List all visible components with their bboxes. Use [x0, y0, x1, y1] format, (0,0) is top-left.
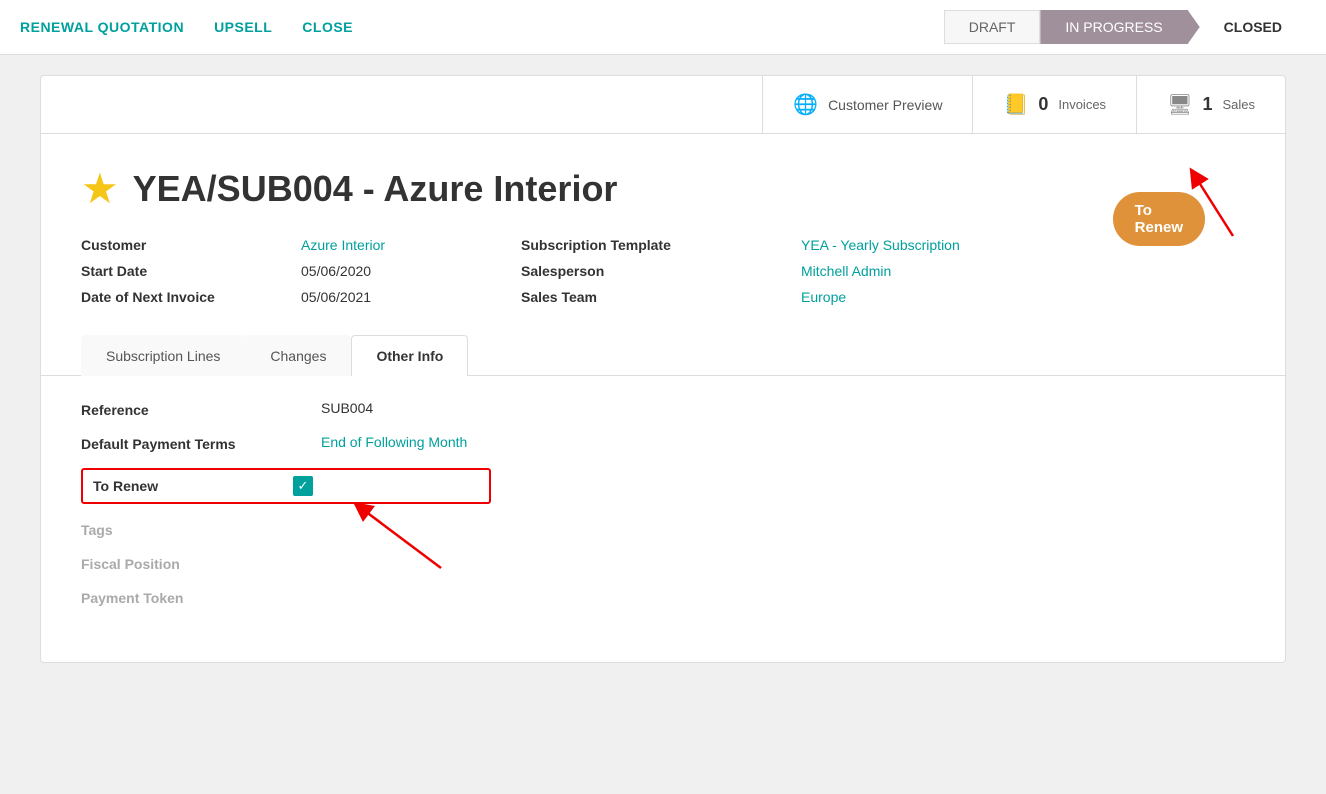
- reference-label: Reference: [81, 400, 321, 418]
- card-body: To Renew ★ YEA/SUB004 - Azure Interior: [41, 134, 1285, 662]
- to-renew-badge[interactable]: To Renew: [1113, 192, 1205, 246]
- date-next-invoice-label: Date of Next Invoice: [81, 289, 301, 305]
- customer-preview-label: Customer Preview: [828, 97, 942, 113]
- card-topbar: 🌐 Customer Preview 📒 0 Invoices 🖥 1 Sale…: [41, 76, 1285, 134]
- tabs-bar: Subscription Lines Changes Other Info: [41, 335, 1285, 376]
- nav-renewal-quotation[interactable]: RENEWAL QUOTATION: [20, 19, 184, 35]
- tags-label: Tags: [81, 520, 321, 538]
- status-closed[interactable]: CLOSED: [1200, 11, 1306, 43]
- status-in-progress[interactable]: IN PROGRESS: [1040, 10, 1199, 44]
- main-content: 🌐 Customer Preview 📒 0 Invoices 🖥 1 Sale…: [0, 55, 1326, 683]
- sales-team-label: Sales Team: [521, 289, 801, 305]
- customer-preview-text: Customer Preview: [828, 97, 942, 113]
- tab-subscription-lines[interactable]: Subscription Lines: [81, 335, 245, 376]
- reference-row: Reference SUB004: [81, 400, 1245, 418]
- invoices-button[interactable]: 📒 0 Invoices: [973, 76, 1137, 133]
- star-icon: ★: [81, 164, 119, 213]
- payment-token-label: Payment Token: [81, 588, 321, 606]
- status-draft[interactable]: DRAFT: [944, 10, 1041, 44]
- tags-row: Tags: [81, 520, 1245, 538]
- reference-value: SUB004: [321, 400, 373, 416]
- tab-other-info[interactable]: Other Info: [351, 335, 468, 376]
- main-card: 🌐 Customer Preview 📒 0 Invoices 🖥 1 Sale…: [40, 75, 1286, 663]
- fields-grid: Customer Azure Interior Subscription Tem…: [81, 237, 1245, 305]
- invoices-count: 0: [1038, 94, 1048, 115]
- book-icon: 📒: [1003, 92, 1028, 117]
- to-renew-field-label: To Renew: [93, 478, 293, 494]
- nav-links: RENEWAL QUOTATION UPSELL CLOSE: [20, 19, 944, 35]
- payment-terms-label: Default Payment Terms: [81, 434, 321, 452]
- invoices-label: Invoices: [1058, 97, 1106, 112]
- to-renew-checkbox[interactable]: ✓: [293, 476, 313, 496]
- payment-terms-row: Default Payment Terms End of Following M…: [81, 434, 1245, 452]
- to-renew-field-area: To Renew ✓: [81, 468, 1245, 504]
- to-renew-area: To Renew: [1185, 162, 1245, 246]
- title-row: ★ YEA/SUB004 - Azure Interior: [81, 164, 1245, 213]
- start-date-label: Start Date: [81, 263, 301, 279]
- card-topbar-left: [41, 76, 762, 133]
- card-actions: 🌐 Customer Preview 📒 0 Invoices 🖥 1 Sale…: [762, 76, 1285, 133]
- sales-count: 1: [1202, 94, 1212, 115]
- globe-icon: 🌐: [793, 92, 818, 117]
- customer-preview-button[interactable]: 🌐 Customer Preview: [763, 76, 973, 133]
- customer-value[interactable]: Azure Interior: [301, 237, 521, 253]
- nav-close[interactable]: CLOSE: [302, 19, 353, 35]
- nav-upsell[interactable]: UPSELL: [214, 19, 272, 35]
- customer-label: Customer: [81, 237, 301, 253]
- other-info-section: Reference SUB004 Default Payment Terms E…: [81, 376, 1245, 642]
- record-title: YEA/SUB004 - Azure Interior: [133, 168, 618, 210]
- sales-button[interactable]: 🖥 1 Sales: [1137, 76, 1285, 133]
- status-bar: DRAFT IN PROGRESS CLOSED: [944, 10, 1306, 44]
- monitor-icon: 🖥: [1167, 92, 1192, 117]
- fiscal-position-label: Fiscal Position: [81, 554, 321, 572]
- date-next-invoice-value: 05/06/2021: [301, 289, 521, 305]
- salesperson-value[interactable]: Mitchell Admin: [801, 263, 1245, 279]
- fiscal-position-row: Fiscal Position: [81, 554, 1245, 572]
- subscription-template-label: Subscription Template: [521, 237, 801, 253]
- payment-token-row: Payment Token: [81, 588, 1245, 606]
- payment-terms-value[interactable]: End of Following Month: [321, 434, 467, 450]
- checkbox-arrow: [341, 498, 461, 578]
- tab-changes[interactable]: Changes: [245, 335, 351, 376]
- sales-label: Sales: [1222, 97, 1255, 112]
- top-navigation: RENEWAL QUOTATION UPSELL CLOSE DRAFT IN …: [0, 0, 1326, 55]
- start-date-value: 05/06/2020: [301, 263, 521, 279]
- sales-team-value[interactable]: Europe: [801, 289, 1245, 305]
- salesperson-label: Salesperson: [521, 263, 801, 279]
